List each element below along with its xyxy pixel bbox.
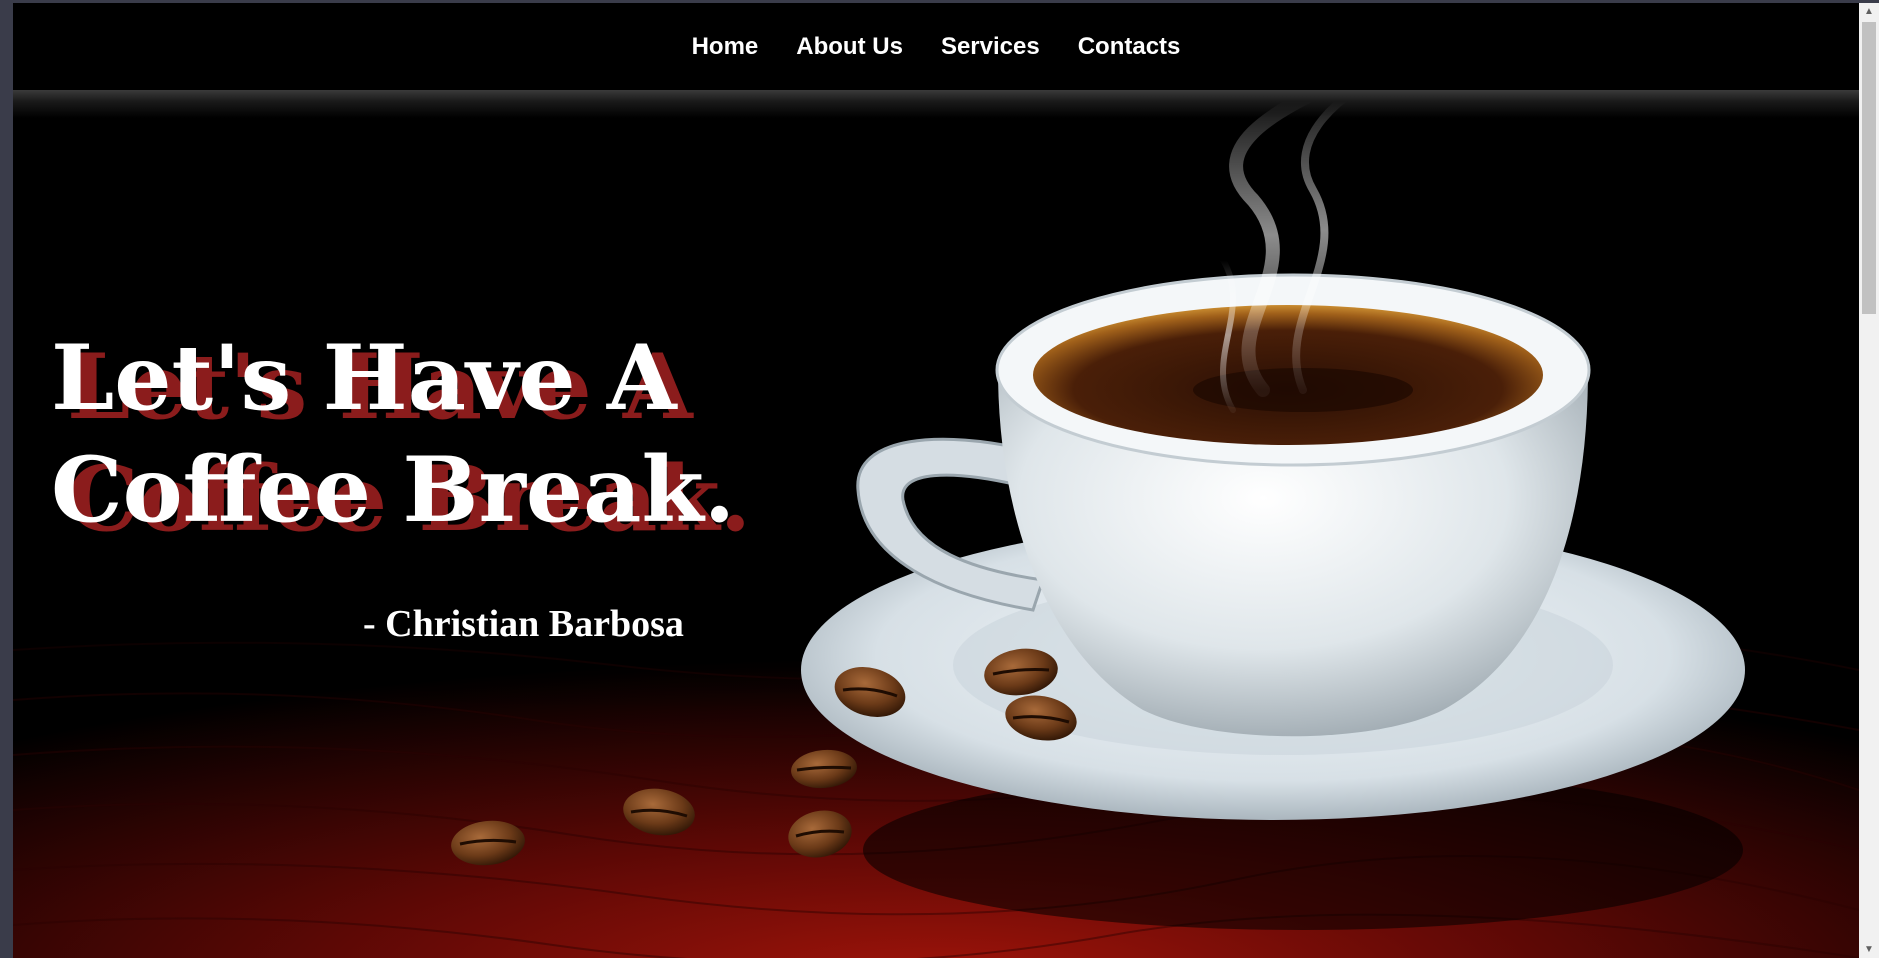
nav-list: Home About Us Services Contacts [13, 3, 1859, 90]
nav-item-about: About Us [796, 33, 903, 61]
hero-section: Let's Have A Coffee Break. - Christian B… [13, 90, 1859, 958]
scrollbar-thumb[interactable] [1862, 22, 1876, 314]
nav-link-contacts[interactable]: Contacts [1078, 33, 1181, 60]
hero-headline: Let's Have A Coffee Break. [51, 322, 811, 546]
headline-line-2: Coffee Break. [51, 437, 736, 543]
nav-link-about-us[interactable]: About Us [796, 33, 903, 60]
page-viewport: Home About Us Services Contacts Let's Ha… [13, 3, 1859, 958]
browser-frame: Home About Us Services Contacts Let's Ha… [0, 0, 1879, 958]
quote-author: - Christian Barbosa [363, 603, 684, 645]
triangle-down-icon[interactable]: ▼ [1859, 941, 1879, 958]
triangle-up-icon[interactable]: ▲ [1859, 3, 1879, 20]
top-navigation: Home About Us Services Contacts [13, 3, 1859, 90]
nav-item-services: Services [941, 33, 1040, 61]
nav-bottom-shadow [13, 90, 1859, 118]
headline-line-1: Let's Have A [51, 325, 677, 431]
nav-link-services[interactable]: Services [941, 33, 1040, 60]
vertical-scrollbar[interactable]: ▲ ▼ [1859, 3, 1879, 958]
nav-link-home[interactable]: Home [692, 33, 759, 60]
nav-item-contacts: Contacts [1078, 33, 1181, 61]
nav-item-home: Home [692, 33, 759, 61]
